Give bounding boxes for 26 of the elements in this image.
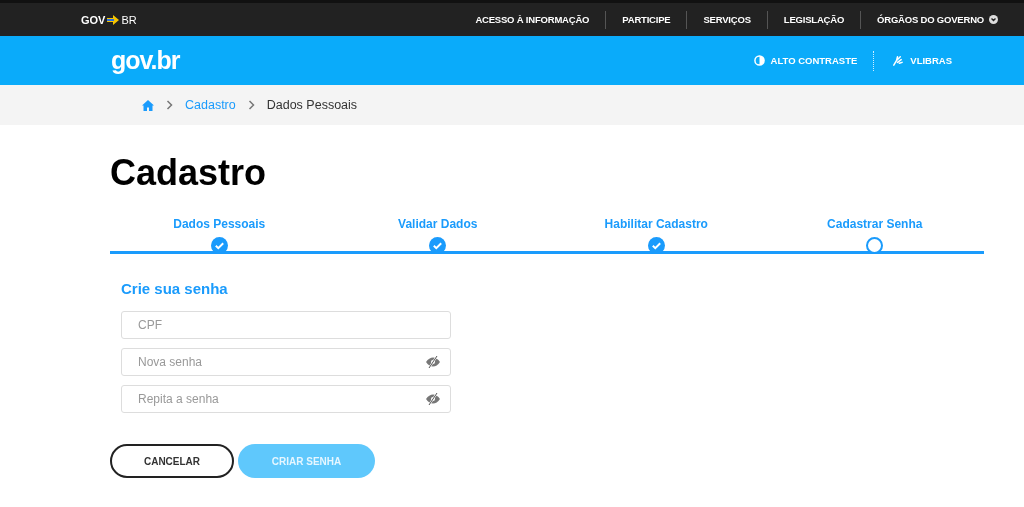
- input-field[interactable]: CPF: [121, 311, 451, 339]
- chevron-icon: [247, 100, 255, 110]
- nav-link[interactable]: LEGISLAÇÃO: [767, 14, 861, 25]
- form-heading: Crie sua senha: [121, 280, 229, 297]
- step-label: Cadastrar Senha: [827, 217, 923, 231]
- hand-icon: [891, 54, 905, 67]
- step-label: Validar Dados: [398, 217, 478, 231]
- step-label: Dados Pessoais: [173, 217, 266, 231]
- nav-link[interactable]: PARTICIPE: [606, 14, 687, 25]
- password-field[interactable]: Nova senha: [121, 348, 451, 376]
- contrast-icon: [753, 55, 765, 66]
- nav-link[interactable]: SERVIÇOS: [687, 14, 767, 25]
- password-field[interactable]: Repita a senha: [121, 385, 451, 413]
- eye-slash-icon[interactable]: [425, 393, 441, 405]
- page-title: Cadastro: [110, 151, 268, 195]
- nav-link[interactable]: ÓRGÃOS DO GOVERNO: [861, 14, 1014, 25]
- arrow-icon: [107, 14, 120, 25]
- home-icon[interactable]: [142, 99, 154, 111]
- cancel-button[interactable]: CANCELAR: [110, 444, 234, 478]
- step-label: Habilitar Cadastro: [604, 217, 708, 231]
- breadcrumb-current: Dados Pessoais: [266, 98, 358, 112]
- logo-text: BR: [121, 13, 137, 26]
- nav-link[interactable]: ACESSO À INFORMAÇÃO: [459, 14, 606, 25]
- chevron-icon: [166, 100, 173, 110]
- eye-slash-icon[interactable]: [425, 356, 441, 368]
- logo-text: GOV: [81, 13, 106, 26]
